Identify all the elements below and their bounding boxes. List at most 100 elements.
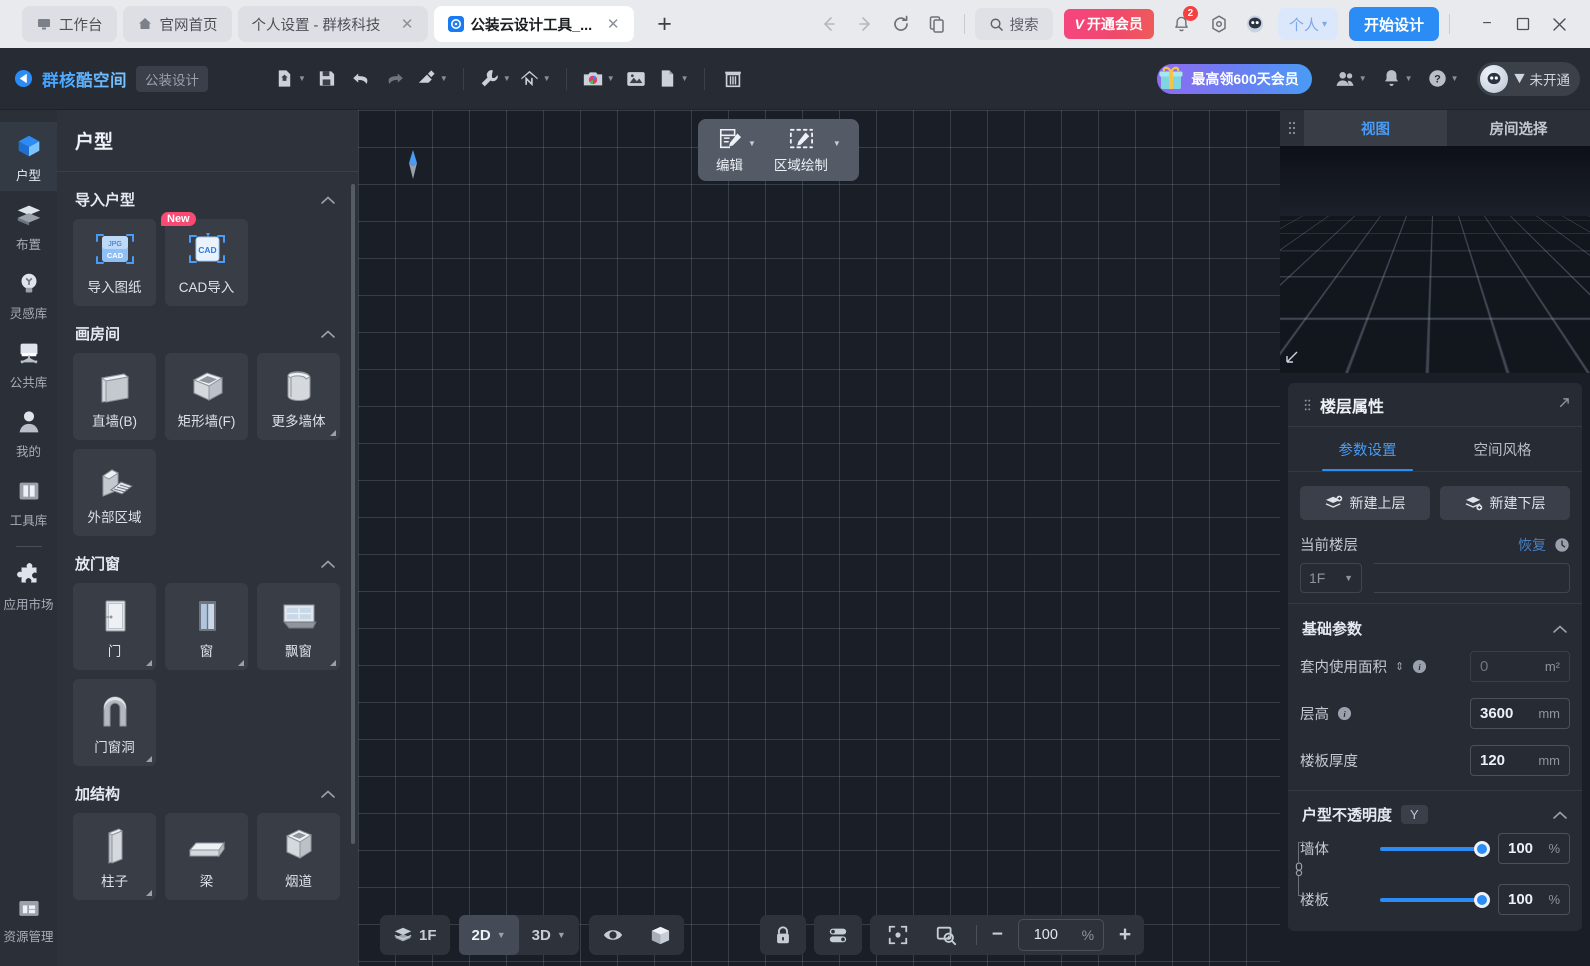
tile-column[interactable]: 柱子 — [73, 813, 156, 900]
chevron-down-icon[interactable]: ▼ — [1451, 74, 1459, 83]
chevron-down-icon[interactable]: ▼ — [1405, 74, 1413, 83]
fit-to-screen-button[interactable] — [874, 915, 922, 955]
left-panel-scrollbar[interactable] — [351, 184, 355, 844]
slab-opacity-slider[interactable] — [1380, 891, 1490, 908]
save-button[interactable] — [310, 59, 344, 99]
chevron-up-icon[interactable] — [320, 329, 336, 339]
restore-button[interactable]: 恢复 — [1518, 535, 1546, 555]
tile-rect-wall[interactable]: 矩形墙(F) — [165, 353, 248, 440]
tile-beam[interactable]: 梁 — [165, 813, 248, 900]
chevron-down-icon[interactable]: ▼ — [607, 74, 615, 83]
cube-toggle-button[interactable] — [637, 915, 684, 955]
assistant-robot-icon[interactable] — [1238, 7, 1272, 41]
open-membership-button[interactable]: V 开通会员 — [1063, 9, 1154, 39]
floor-height-input[interactable]: 3600 mm — [1470, 698, 1570, 729]
design-canvas[interactable]: 编辑 ▼ 区域绘制 ▼ — [358, 110, 1280, 966]
section-header-doors-windows[interactable]: 放门窗 — [57, 536, 358, 583]
chevron-down-icon[interactable]: ▼ — [748, 139, 756, 148]
tab-close-icon[interactable]: ✕ — [603, 17, 620, 32]
lock-button[interactable] — [760, 915, 806, 955]
membership-status-button[interactable]: 未开通 — [1476, 61, 1580, 96]
trash-button[interactable] — [716, 59, 750, 99]
expand-icon[interactable] — [1555, 397, 1570, 412]
copy-icon[interactable] — [920, 7, 954, 41]
chevron-down-icon[interactable]: ▼ — [440, 74, 448, 83]
section-header-import[interactable]: 导入户型 — [57, 172, 358, 219]
tab-close-icon[interactable]: ✕ — [397, 17, 414, 32]
zoom-region-button[interactable] — [922, 915, 970, 955]
tile-import-drawing[interactable]: JPG CAD 导入图纸 — [73, 219, 156, 306]
image-button[interactable] — [619, 59, 653, 99]
chevron-down-icon[interactable]: ▼ — [497, 930, 506, 940]
person-menu-button[interactable]: 个人 ▾ — [1277, 8, 1338, 40]
start-design-button[interactable]: 开始设计 — [1348, 7, 1439, 41]
tab-room-select[interactable]: 房间选择 — [1447, 110, 1590, 146]
link-icon[interactable] — [1294, 862, 1304, 876]
drag-handle-icon[interactable] — [1280, 110, 1304, 146]
add-upper-floor-button[interactable]: 新建上层 — [1300, 486, 1430, 520]
history-icon[interactable] — [1554, 537, 1570, 553]
chevron-up-icon[interactable] — [320, 789, 336, 799]
sidebar-item-public-library[interactable]: 公共库 — [0, 329, 57, 398]
view-2d-button[interactable]: 2D ▼ — [458, 915, 519, 955]
browser-tab-workbench[interactable]: 工作台 — [22, 6, 117, 42]
chevron-down-icon[interactable]: ▼ — [681, 74, 689, 83]
minimize-button[interactable]: − — [1470, 8, 1504, 40]
sidebar-item-resource-manager[interactable]: 资源管理 — [0, 885, 57, 952]
tile-cad-import[interactable]: New CAD CAD导入 — [161, 212, 248, 306]
current-floor-select[interactable]: 1F ▼ — [1300, 563, 1362, 593]
gift-promo-button[interactable]: 最高领600天会员 — [1157, 63, 1312, 94]
browser-tab-design-tool[interactable]: 公装云设计工具_... ✕ — [433, 6, 634, 42]
tile-flue[interactable]: 烟道 — [257, 813, 340, 900]
float-tool-draw-region[interactable]: 区域绘制 ▼ — [766, 127, 849, 174]
sidebar-item-mine[interactable]: 我的 — [0, 398, 57, 467]
drag-handle-icon[interactable] — [1300, 398, 1314, 412]
chevron-down-icon[interactable]: ▼ — [503, 74, 511, 83]
roof-button[interactable]: ▼ — [515, 59, 555, 99]
document-button[interactable]: ▼ — [653, 59, 693, 99]
settings-icon[interactable] — [1202, 7, 1236, 41]
sidebar-item-app-market[interactable]: 应用市场 — [0, 551, 57, 620]
slider-knob[interactable] — [1474, 891, 1490, 908]
tile-opening[interactable]: 门窗洞 — [73, 679, 156, 766]
info-icon[interactable]: i — [1337, 706, 1352, 721]
redo-button[interactable] — [378, 59, 412, 99]
chevron-down-icon[interactable]: ▼ — [1359, 74, 1367, 83]
notifications-button[interactable]: ▼ — [1375, 60, 1419, 98]
slider-knob[interactable] — [1474, 840, 1490, 857]
chevron-up-icon[interactable] — [320, 195, 336, 205]
floor-selector-button[interactable]: 1F — [380, 915, 450, 955]
help-button[interactable]: ? ▼ — [1421, 60, 1465, 98]
browser-tab-official-home[interactable]: 官网首页 — [122, 6, 232, 42]
expand-corner-icon[interactable] — [146, 660, 152, 666]
tile-door[interactable]: 门 — [73, 583, 156, 670]
chevron-up-icon[interactable] — [1552, 624, 1568, 634]
back-icon[interactable] — [812, 7, 846, 41]
sidebar-item-layout[interactable]: 户型 — [0, 122, 57, 191]
sort-icon[interactable]: ⇕ — [1395, 660, 1404, 673]
tile-straight-wall[interactable]: 直墙(B) — [73, 353, 156, 440]
toggles-button[interactable] — [814, 915, 862, 955]
chevron-up-icon[interactable] — [320, 559, 336, 569]
sidebar-item-toolbox[interactable]: 工具库 — [0, 467, 57, 536]
slab-thickness-input[interactable]: 120 mm — [1470, 745, 1570, 776]
section-header-basic-params[interactable]: 基础参数 — [1288, 604, 1582, 643]
zoom-out-button[interactable]: − — [983, 915, 1012, 955]
chevron-down-icon[interactable]: ▼ — [543, 74, 551, 83]
tile-exterior-area[interactable]: 外部区域 — [73, 449, 156, 536]
expand-corner-icon[interactable] — [330, 430, 336, 436]
new-tab-button[interactable]: + — [648, 7, 682, 41]
camera-button[interactable]: ▼ — [578, 59, 619, 99]
expand-corner-icon[interactable] — [146, 756, 152, 762]
tile-window[interactable]: 窗 — [165, 583, 248, 670]
add-lower-floor-button[interactable]: 新建下层 — [1440, 486, 1570, 520]
chevron-down-icon[interactable]: ▼ — [557, 930, 566, 940]
expand-corner-icon[interactable] — [330, 660, 336, 666]
team-button[interactable]: ▼ — [1328, 60, 1373, 98]
current-floor-name-input[interactable] — [1374, 563, 1570, 593]
maximize-button[interactable] — [1506, 8, 1540, 40]
wrench-button[interactable]: ▼ — [475, 59, 515, 99]
section-header-structures[interactable]: 加结构 — [57, 766, 358, 813]
3d-preview[interactable] — [1280, 146, 1590, 373]
chevron-down-icon[interactable]: ▼ — [298, 74, 306, 83]
